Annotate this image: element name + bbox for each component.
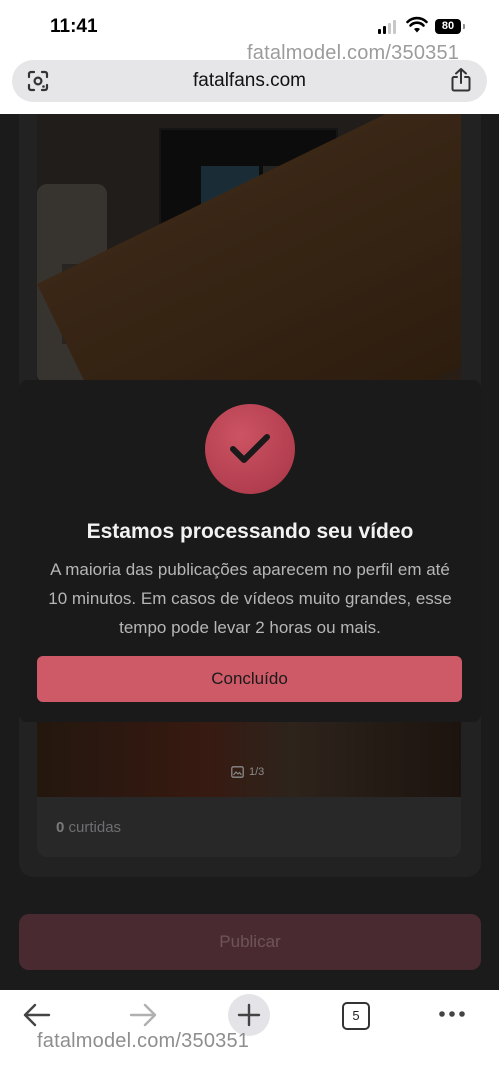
dialog-message: A maioria das publicações aparecem no pe… bbox=[48, 560, 452, 637]
media-counter-text: 1/3 bbox=[249, 766, 265, 778]
cellular-signal-icon bbox=[378, 19, 396, 34]
likes-count: 0 curtidas bbox=[56, 819, 121, 836]
likes-bar: 0 curtidas bbox=[37, 797, 461, 857]
watermark: fatalmodel.com/350351 bbox=[247, 42, 460, 64]
more-options-icon[interactable] bbox=[438, 1010, 466, 1018]
share-icon[interactable] bbox=[449, 67, 473, 93]
watermark-bottom: fatalmodel.com/350351 bbox=[37, 1030, 250, 1052]
plus-icon bbox=[237, 1003, 261, 1027]
tab-switcher-button[interactable]: 5 bbox=[342, 1002, 370, 1030]
likes-number: 0 bbox=[56, 819, 65, 836]
address-bar[interactable]: fatalfans.com bbox=[12, 60, 487, 102]
dialog-title: Estamos processando seu vídeo bbox=[86, 520, 414, 543]
url-text[interactable]: fatalfans.com bbox=[12, 70, 487, 92]
processing-dialog: Estamos processando seu vídeo A maioria … bbox=[19, 380, 481, 722]
back-arrow-icon[interactable] bbox=[22, 1002, 52, 1028]
status-time: 11:41 bbox=[50, 16, 98, 37]
battery-indicator: 80 bbox=[435, 19, 465, 34]
media-counter: 1/3 bbox=[231, 766, 264, 778]
forward-arrow-icon[interactable] bbox=[128, 1002, 158, 1028]
likes-label: curtidas bbox=[68, 819, 122, 836]
done-button[interactable]: Concluído bbox=[37, 656, 462, 702]
wifi-icon bbox=[406, 16, 428, 33]
publish-button[interactable]: Publicar bbox=[19, 914, 481, 970]
image-icon bbox=[231, 766, 244, 778]
success-check-icon bbox=[205, 404, 295, 494]
